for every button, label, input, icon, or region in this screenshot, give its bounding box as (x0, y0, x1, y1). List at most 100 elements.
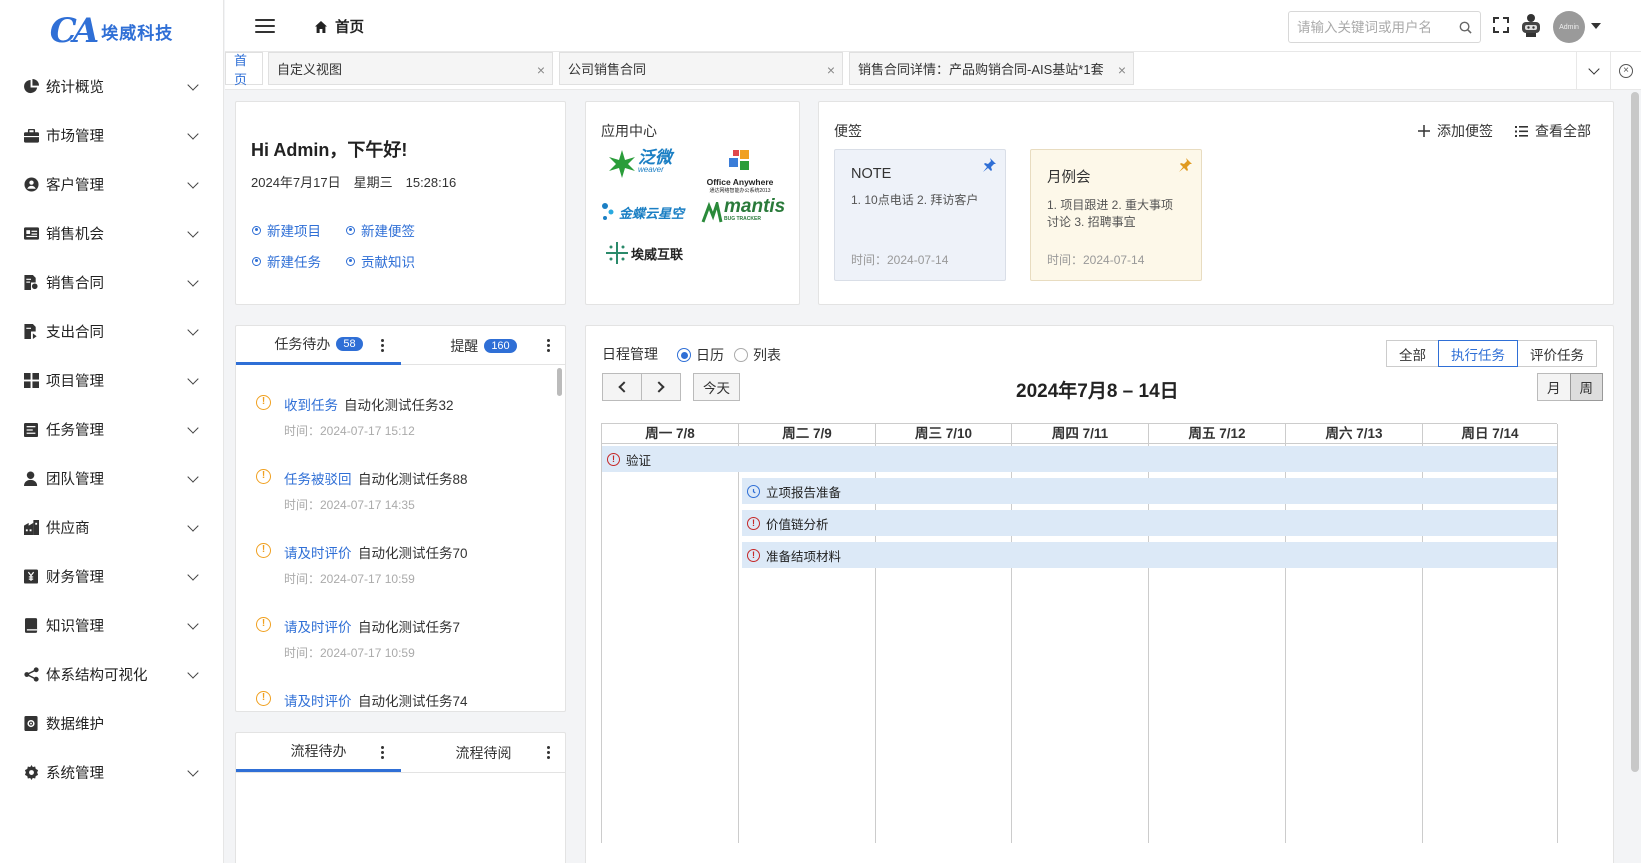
task-kind-link[interactable]: 请及时评价 (284, 616, 352, 636)
view-list-radio[interactable]: 列表 (734, 345, 781, 365)
filter-evaluate-button[interactable]: 评价任务 (1517, 340, 1597, 367)
chevron-down-icon (187, 372, 199, 385)
tab-task-todo[interactable]: 任务待办 58 (236, 326, 401, 365)
day-column[interactable] (602, 444, 739, 843)
new-project-link[interactable]: 新建项目 (252, 220, 321, 240)
book-icon (23, 618, 39, 634)
sidebar-item-knowledge[interactable]: 知识管理 (0, 601, 223, 650)
mode-week-button[interactable]: 周 (1569, 373, 1603, 401)
tab-custom-view[interactable]: 自定义视图 × (268, 52, 553, 85)
view-calendar-radio[interactable]: 日历 (677, 345, 724, 365)
view-all-button[interactable]: 查看全部 (1515, 121, 1591, 141)
tab-home[interactable]: 首页 (225, 52, 263, 87)
app-office-anywhere[interactable]: Office Anywhere 通达网络智能办公系统2013 (704, 148, 776, 194)
list-icon (1515, 125, 1528, 137)
sidebar-item-team[interactable]: 团队管理 (0, 454, 223, 503)
sidebar-item-label: 财务管理 (46, 570, 104, 586)
list-item[interactable]: ! 请及时评价 自动化测试任务74 (256, 690, 546, 710)
add-note-button[interactable]: 添加便签 (1418, 121, 1493, 141)
page-scrollbar[interactable] (1631, 92, 1639, 772)
task-kind-link[interactable]: 请及时评价 (284, 542, 352, 562)
sidebar-item-customer[interactable]: 客户管理 (0, 160, 223, 209)
search-input[interactable] (1297, 19, 1459, 35)
next-week-button[interactable] (641, 373, 681, 401)
search-box (1288, 11, 1481, 43)
app-weaver[interactable]: 泛微 weaver (608, 149, 672, 178)
close-icon[interactable]: × (537, 62, 545, 78)
brand-logo[interactable]: CA 埃威科技 (0, 0, 223, 62)
yen-icon (23, 569, 39, 585)
tab-label: 公司销售合同 (568, 62, 647, 77)
sidebar: CA 埃威科技 统计概览 市场管理 客户管理 销售机会 销售合同 支出合同 项目… (0, 0, 224, 863)
new-note-link[interactable]: 新建便签 (346, 220, 415, 240)
list-item[interactable]: ! 任务被驳回 自动化测试任务88 时间：2024-07-17 14:35 (256, 468, 546, 518)
clock-icon (747, 484, 760, 498)
user-menu-caret-icon[interactable] (1591, 23, 1601, 29)
tab-flow-read[interactable]: 流程待阅 (401, 733, 566, 772)
sidebar-item-system[interactable]: 系统管理 (0, 748, 223, 797)
calendar-event[interactable]: ! 准备结项材料 (742, 542, 1557, 568)
sidebar-item-architecture[interactable]: 体系结构可视化 (0, 650, 223, 699)
list-item[interactable]: ! 请及时评价 自动化测试任务70 时间：2024-07-17 10:59 (256, 542, 546, 592)
pin-icon[interactable] (982, 158, 996, 172)
filter-all-button[interactable]: 全部 (1386, 340, 1439, 367)
add-note-label: 添加便签 (1437, 123, 1493, 139)
sidebar-item-project[interactable]: 项目管理 (0, 356, 223, 405)
logo-mark-icon: CA (49, 11, 99, 51)
app-kingdee[interactable]: 金蝶云星空 (601, 202, 684, 222)
tab-flow-todo[interactable]: 流程待办 (236, 733, 401, 772)
avatar[interactable]: Admin (1553, 11, 1585, 43)
radio-label: 日历 (696, 347, 724, 363)
sidebar-item-opportunity[interactable]: 销售机会 (0, 209, 223, 258)
tab-remind[interactable]: 提醒 160 (401, 326, 565, 365)
more-options-icon[interactable] (546, 339, 550, 352)
calendar-event[interactable]: ! 验证 (602, 446, 1557, 472)
app-aiwei-connect[interactable]: 埃威互联 (606, 242, 683, 264)
task-list-icon (23, 422, 39, 438)
tabs-dropdown-button[interactable] (1576, 52, 1610, 90)
filter-execute-button[interactable]: 执行任务 (1438, 340, 1518, 367)
task-list-scrollbar[interactable] (557, 368, 562, 396)
today-button[interactable]: 今天 (693, 373, 740, 401)
chevron-down-icon (187, 568, 199, 581)
more-options-icon[interactable] (380, 339, 384, 352)
sidebar-item-supplier[interactable]: 供应商 (0, 503, 223, 552)
task-kind-link[interactable]: 收到任务 (284, 394, 338, 414)
tab-sales-contract-detail[interactable]: 销售合同详情：产品购销合同-AIS基站*1套 × (849, 52, 1134, 85)
sidebar-item-task[interactable]: 任务管理 (0, 405, 223, 454)
close-icon[interactable]: × (1118, 62, 1126, 78)
sidebar-item-sales-contract[interactable]: 销售合同 (0, 258, 223, 307)
sidebar-item-market[interactable]: 市场管理 (0, 111, 223, 160)
app-mantis[interactable]: mantis BUG TRACKER (701, 197, 785, 226)
contribute-knowledge-link[interactable]: 贡献知识 (346, 251, 415, 271)
fullscreen-icon[interactable] (1493, 17, 1509, 33)
tab-company-sales-contract[interactable]: 公司销售合同 × (559, 52, 843, 85)
sidebar-item-stats[interactable]: 统计概览 (0, 62, 223, 111)
list-item[interactable]: ! 收到任务 自动化测试任务32 时间：2024-07-17 15:12 (256, 394, 546, 444)
note-card[interactable]: 月例会 1. 项目跟进 2. 重大事项讨论 3. 招聘事宜 时间：2024-07… (1030, 149, 1202, 281)
task-kind-link[interactable]: 请及时评价 (284, 690, 352, 710)
event-label: 立项报告准备 (766, 485, 842, 500)
more-options-icon[interactable] (380, 746, 384, 759)
new-task-link[interactable]: 新建任务 (252, 251, 321, 271)
prev-week-button[interactable] (602, 373, 642, 401)
breadcrumb[interactable]: 首页 (315, 16, 364, 37)
robot-assistant-icon[interactable] (1520, 13, 1542, 37)
calendar-event[interactable]: ! 价值链分析 (742, 510, 1557, 536)
quick-action-label: 新建项目 (267, 224, 321, 239)
kingdee-logo-icon (602, 203, 614, 220)
more-options-icon[interactable] (546, 746, 550, 759)
close-all-tabs-button[interactable]: × (1610, 52, 1641, 90)
menu-toggle-icon[interactable] (255, 19, 275, 33)
sidebar-item-data-maintenance[interactable]: 数据维护 (0, 699, 223, 748)
calendar-event[interactable]: 立项报告准备 (742, 478, 1557, 504)
task-kind-link[interactable]: 任务被驳回 (284, 468, 352, 488)
mode-month-button[interactable]: 月 (1537, 373, 1571, 401)
sidebar-item-expense-contract[interactable]: 支出合同 (0, 307, 223, 356)
list-item[interactable]: ! 请及时评价 自动化测试任务7 时间：2024-07-17 10:59 (256, 616, 546, 666)
search-icon[interactable] (1459, 21, 1472, 34)
note-card[interactable]: NOTE 1. 10点电话 2. 拜访客户 时间：2024-07-14 (834, 149, 1006, 281)
sidebar-item-finance[interactable]: 财务管理 (0, 552, 223, 601)
pin-icon[interactable] (1178, 158, 1192, 172)
close-icon[interactable]: × (827, 62, 835, 78)
